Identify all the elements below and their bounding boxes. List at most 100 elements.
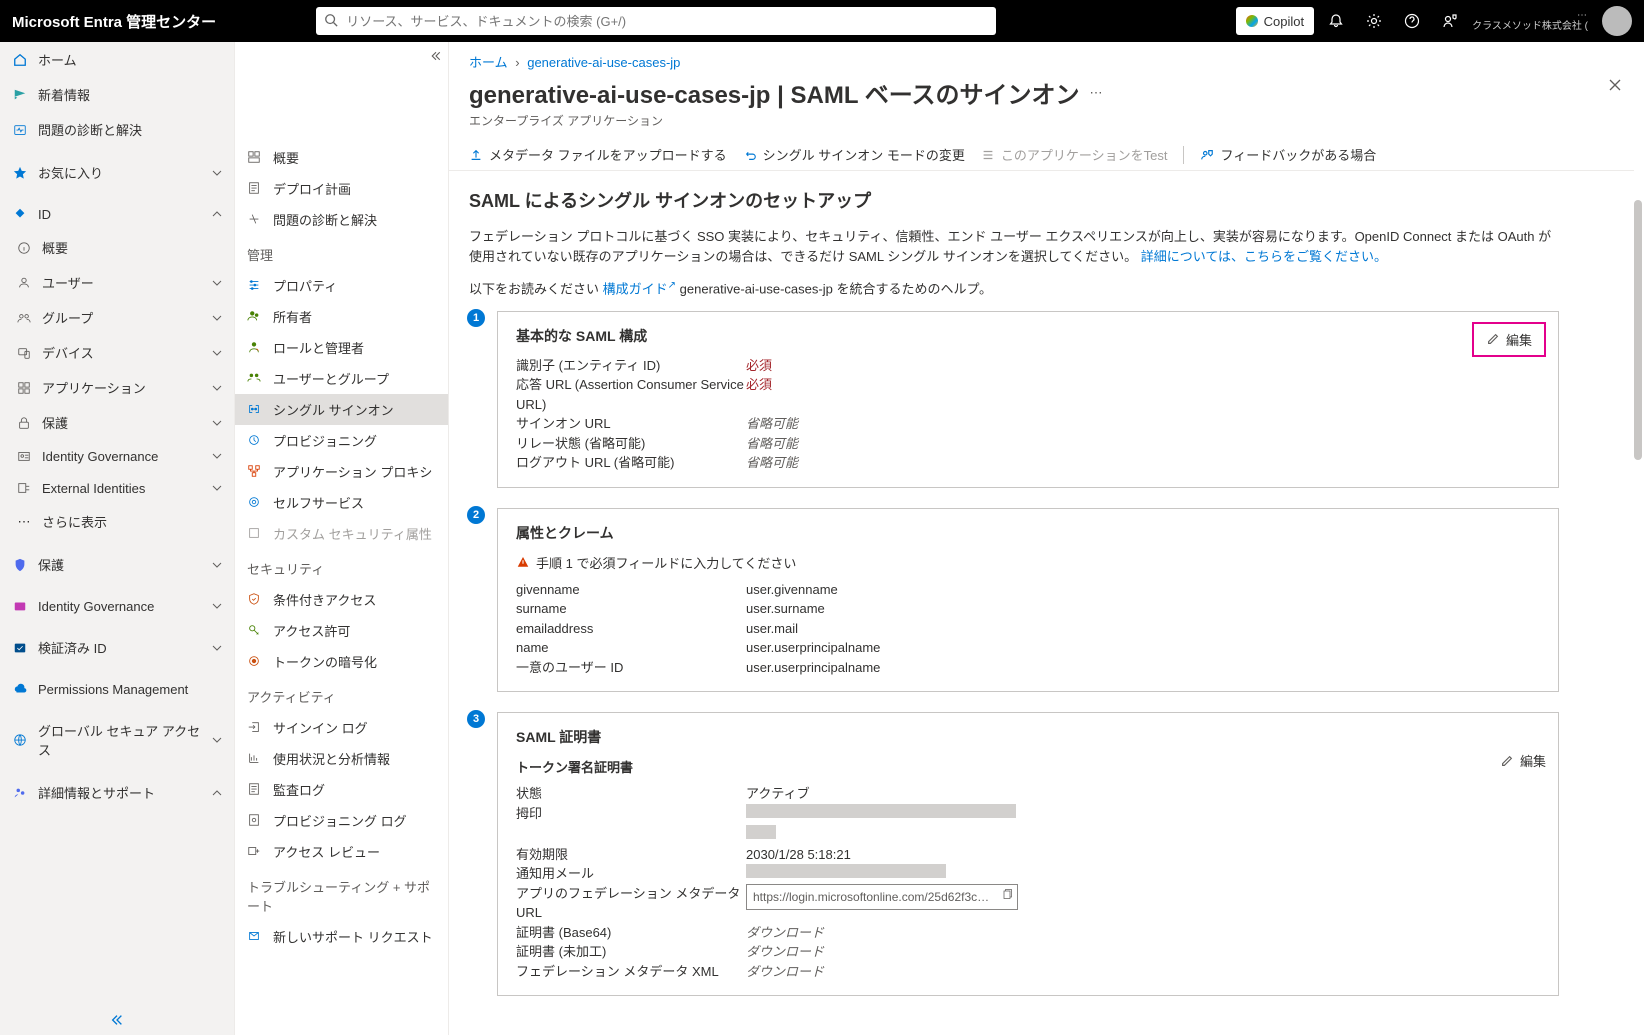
edit-cert-button[interactable]: 編集: [1500, 751, 1546, 770]
resnav-condaccess[interactable]: 条件付きアクセス: [235, 584, 448, 615]
breadcrumb-app[interactable]: generative-ai-use-cases-jp: [527, 55, 680, 70]
cert-card: SAML 証明書 編集 トークン署名証明書 状態アクティブ 拇印 有効期限203…: [497, 712, 1559, 996]
help-button[interactable]: [1396, 5, 1428, 37]
resnav-usersgroups[interactable]: ユーザーとグループ: [235, 363, 448, 394]
search-input[interactable]: [316, 7, 996, 35]
nav-apps[interactable]: アプリケーション: [0, 370, 234, 405]
global-search[interactable]: [316, 7, 996, 35]
nav-home[interactable]: ホーム: [0, 42, 234, 77]
nav-verified[interactable]: 検証済み ID: [0, 630, 234, 665]
resnav-permissions[interactable]: アクセス許可: [235, 615, 448, 646]
tenant-info[interactable]: ⋯ クラスメソッド株式会社 (: [1472, 10, 1592, 32]
nav-id-overview[interactable]: 概要: [0, 230, 234, 265]
download-b64-link[interactable]: ダウンロード: [746, 923, 824, 943]
cert-raw-row: 証明書 (未加工)ダウンロード: [516, 942, 1540, 962]
notify-masked: [746, 864, 946, 878]
cert-status-row: 状態アクティブ: [516, 784, 1540, 804]
id-icon: [12, 206, 28, 222]
resnav-roles[interactable]: ロールと管理者: [235, 332, 448, 363]
resnav-appproxy[interactable]: アプリケーション プロキシ: [235, 456, 448, 487]
toolbar-upload[interactable]: メタデータ ファイルをアップロードする: [469, 145, 727, 164]
nav-idgov[interactable]: Identity Governance: [0, 440, 234, 472]
notifications-button[interactable]: [1320, 5, 1352, 37]
resnav-auditlogs[interactable]: 監査ログ: [235, 774, 448, 805]
resnav-overview[interactable]: 概要: [235, 142, 448, 173]
chevron-down-icon: [212, 348, 222, 358]
resnav-selfservice[interactable]: セルフサービス: [235, 487, 448, 518]
diagnose-icon: [12, 122, 28, 138]
page-title-more[interactable]: ⋯: [1090, 85, 1104, 101]
close-icon: [1608, 78, 1622, 92]
nav-groups[interactable]: グループ: [0, 300, 234, 335]
resnav-deploy[interactable]: デプロイ計画: [235, 173, 448, 204]
collapse-resnav-button[interactable]: [430, 50, 442, 62]
chevron-double-left-icon: [110, 1013, 124, 1027]
resnav-sso[interactable]: シングル サインオン: [235, 394, 448, 425]
nav-idgov2[interactable]: Identity Governance: [0, 590, 234, 622]
settings-button[interactable]: [1358, 5, 1390, 37]
nav-devices[interactable]: デバイス: [0, 335, 234, 370]
nav-favorites[interactable]: お気に入り: [0, 155, 234, 190]
whatsnew-icon: [12, 87, 28, 103]
resnav-token[interactable]: トークンの暗号化: [235, 646, 448, 677]
close-button[interactable]: [1608, 78, 1622, 92]
signinlogs-icon: [247, 720, 263, 736]
cloud-icon: [12, 681, 28, 697]
nav-more[interactable]: ⋯ さらに表示: [0, 504, 234, 539]
chevron-down-icon: [212, 383, 222, 393]
step-number-2: 2: [467, 506, 485, 524]
resnav-header-activity: アクティビティ: [235, 677, 448, 712]
resnav-diagnose[interactable]: 問題の診断と解決: [235, 204, 448, 235]
nav-id[interactable]: ID: [0, 198, 234, 230]
deploy-icon: [247, 181, 263, 197]
resnav-usage[interactable]: 使用状況と分析情報: [235, 743, 448, 774]
feedback-button[interactable]: [1434, 5, 1466, 37]
avatar[interactable]: [1602, 6, 1632, 36]
resnav-header-manage: 管理: [235, 235, 448, 270]
properties-icon: [247, 278, 263, 294]
nav-whatsnew[interactable]: 新着情報: [0, 77, 234, 112]
pencil-icon: [1486, 332, 1500, 346]
configguide-link[interactable]: 構成ガイド: [603, 281, 668, 296]
product-title: Microsoft Entra 管理センター: [12, 11, 216, 32]
scrollbar[interactable]: [1634, 200, 1642, 460]
toolbar-feedback[interactable]: フィードバックがある場合: [1200, 145, 1376, 164]
resnav-newsupport[interactable]: 新しいサポート リクエスト: [235, 921, 448, 952]
edit-basic-saml-button[interactable]: 編集: [1472, 322, 1546, 357]
nav-protection[interactable]: 保護: [0, 405, 234, 440]
nav-protection2[interactable]: 保護: [0, 547, 234, 582]
toolbar-sep: [1183, 146, 1184, 164]
nav-support[interactable]: 詳細情報とサポート: [0, 775, 234, 810]
chevron-down-icon: [212, 601, 222, 611]
support-icon: [12, 785, 28, 801]
download-raw-link[interactable]: ダウンロード: [746, 942, 824, 962]
learnmore-link[interactable]: 詳細については、こちらをご覧ください。: [1141, 249, 1387, 264]
resnav-accessreview[interactable]: アクセス レビュー: [235, 836, 448, 867]
copy-icon[interactable]: [1001, 888, 1013, 900]
nav-permsmgmt[interactable]: Permissions Management: [0, 673, 234, 705]
fedurl-box[interactable]: https://login.microsoftonline.com/25d62f…: [746, 884, 1018, 910]
resnav-signinlogs[interactable]: サインイン ログ: [235, 712, 448, 743]
resnav-header-security: セキュリティ: [235, 549, 448, 584]
toolbar-changemode[interactable]: シングル サインオン モードの変更: [743, 145, 965, 164]
resnav-provlogs[interactable]: プロビジョニング ログ: [235, 805, 448, 836]
undo-icon: [743, 148, 757, 162]
breadcrumb-sep: ›: [515, 55, 519, 70]
nav-extid[interactable]: External Identities: [0, 472, 234, 504]
breadcrumb-home[interactable]: ホーム: [469, 55, 508, 70]
step-number-3: 3: [467, 710, 485, 728]
resnav-provisioning[interactable]: プロビジョニング: [235, 425, 448, 456]
chevron-double-left-icon: [430, 50, 442, 62]
download-xml-link[interactable]: ダウンロード: [746, 962, 824, 982]
resnav-owners[interactable]: 所有者: [235, 301, 448, 332]
permissions-icon: [247, 623, 263, 639]
copilot-button[interactable]: Copilot: [1236, 7, 1314, 35]
globe-icon: [12, 732, 28, 748]
collapse-nav-button[interactable]: [0, 1013, 234, 1027]
nav-diagnose[interactable]: 問題の診断と解決: [0, 112, 234, 147]
nav-users[interactable]: ユーザー: [0, 265, 234, 300]
nav-gsa[interactable]: グローバル セキュア アクセス: [0, 713, 234, 767]
chevron-up-icon: [212, 209, 222, 219]
resnav-properties[interactable]: プロパティ: [235, 270, 448, 301]
chevron-down-icon: [212, 168, 222, 178]
